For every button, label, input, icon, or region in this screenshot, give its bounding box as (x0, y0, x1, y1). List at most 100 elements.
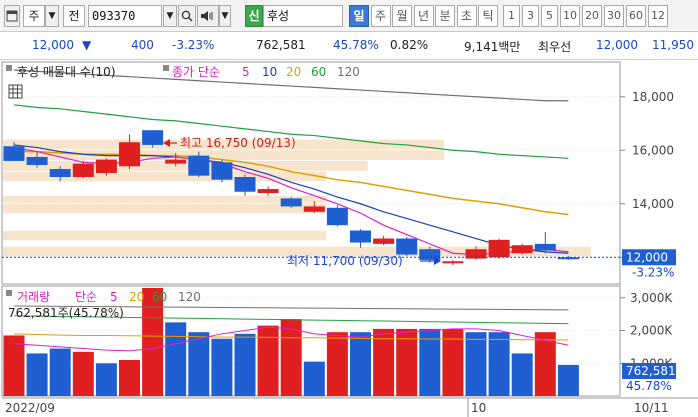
price-tag-pct: -3.23% (632, 265, 674, 279)
volume-bar (488, 332, 510, 396)
candle-body (26, 156, 48, 165)
legend-ma60: 60 (311, 65, 326, 79)
stock-chart[interactable]: 후성 매물대 수(10) 종가 단순 5 10 20 60 120 최고 16,… (0, 60, 698, 417)
volume-bar (26, 353, 48, 396)
volume-bar (72, 351, 94, 396)
low-annotation-label: 최저 11,700 (09/30) (287, 254, 403, 268)
volume-tag-pct: 45.78% (626, 379, 672, 393)
volume-bar (303, 361, 325, 396)
interval-button[interactable]: 10 (560, 5, 580, 27)
chart-area[interactable]: 후성 매물대 수(10) 종가 단순 5 10 20 60 120 최고 16,… (0, 60, 698, 417)
stock-code-value: 093370 (92, 9, 136, 23)
volume-bar (211, 338, 233, 396)
timeframe-button[interactable]: 일 (349, 5, 369, 27)
volume-bar (234, 333, 256, 396)
volume-bar (165, 322, 187, 396)
interval-button[interactable]: 1 (503, 5, 520, 27)
code-dropdown-icon[interactable]: ▼ (163, 5, 177, 27)
volume-bar (326, 332, 348, 396)
candle-body (165, 159, 187, 164)
legend-marker-icon (6, 65, 12, 71)
interval-button[interactable]: 60 (626, 5, 646, 27)
date-label-start: 2022/09 (5, 401, 55, 415)
turnover-ratio: 0.82% (390, 38, 429, 52)
table-icon[interactable] (8, 84, 23, 99)
chart-type-label: 주 (28, 9, 40, 23)
timeframe-button[interactable]: 년 (413, 5, 434, 27)
price-change: 400 (131, 38, 154, 52)
interval-button[interactable]: 20 (582, 5, 602, 27)
high-annotation: 최고 16,750 (09/13) (163, 136, 296, 150)
candle-body (188, 155, 210, 176)
date-label-month: 10 (471, 401, 486, 415)
volume-bar (119, 360, 140, 396)
interval-button[interactable]: 12 (648, 5, 668, 27)
volume-profile-bar (3, 203, 327, 214)
interval-button[interactable]: 30 (604, 5, 624, 27)
stock-name-value: 후성 (267, 9, 290, 23)
current-price: 12,000 (32, 38, 74, 52)
timeframe-button[interactable]: 틱 (478, 5, 498, 27)
chart-type-dropdown-icon[interactable]: ▼ (45, 5, 59, 27)
new-badge-label: 신 (248, 9, 260, 23)
timeframe-button[interactable]: 주 (370, 5, 391, 27)
candle-body (442, 261, 464, 264)
chart-type-select[interactable]: 주 (23, 5, 45, 27)
volume-current-value: 762,581주(45.78%) (8, 306, 124, 320)
search-icon[interactable] (178, 5, 196, 27)
volume-bar (142, 288, 164, 396)
candle-body (257, 189, 279, 194)
legend-ma120: 120 (337, 65, 360, 79)
timeframe-button[interactable]: 분 (435, 5, 455, 27)
ask-price: 11,950 (652, 38, 694, 52)
candle-body (3, 146, 25, 161)
volume-legend-ma5: 5 (110, 290, 118, 304)
price-tick-label: 16,000 (632, 143, 674, 157)
legend-marker-icon (6, 290, 12, 296)
volume-bar (511, 353, 533, 396)
volume-ratio: 45.78% (333, 38, 379, 52)
candle-body (142, 130, 164, 145)
candle-body (350, 230, 371, 243)
sound-icon[interactable] (197, 5, 219, 27)
candle-body (373, 238, 395, 244)
volume-tag-value: 762,581 (626, 364, 676, 378)
priority-label: 최우선 (538, 40, 572, 54)
current-volume-tag: 762,581 45.78% (622, 363, 676, 393)
price-legend-title: 후성 매물대 수(10) (17, 65, 116, 79)
volume-bar (188, 332, 210, 396)
stock-code-input[interactable]: 093370 (88, 5, 162, 27)
chart-window-icon[interactable] (4, 5, 20, 27)
candle-body (396, 238, 418, 255)
period-label: 전 (68, 9, 80, 23)
interval-button[interactable]: 3 (522, 5, 539, 27)
timeframe-button[interactable]: 월 (392, 5, 412, 27)
price-tick-label: 18,000 (632, 90, 674, 104)
high-annotation-label: 최고 16,750 (09/13) (180, 136, 296, 150)
quote-bar: 12,000 ▼ 400 -3.23% 762,581 45.78% 0.82%… (0, 32, 698, 60)
candle-body (511, 245, 533, 254)
timeframe-button[interactable]: 초 (456, 5, 477, 27)
volume-profile-bar (3, 195, 327, 203)
legend-ma5: 5 (242, 65, 250, 79)
legend-ma20: 20 (286, 65, 301, 79)
price-tag-value: 12,000 (626, 250, 668, 264)
candle-body (95, 159, 117, 173)
stock-name-field[interactable]: 후성 (263, 5, 343, 27)
volume-profile-bar (3, 230, 327, 241)
period-select[interactable]: 전 (63, 5, 85, 27)
volume-bar (465, 332, 487, 396)
volume-bar (95, 363, 117, 396)
price-ma-label: 종가 단순 (172, 65, 220, 79)
volume-legend-title: 거래량 (17, 290, 50, 304)
trade-volume: 762,581 (256, 38, 306, 52)
volume-legend-ma60: 60 (152, 290, 167, 304)
candle-body (534, 243, 556, 251)
candle-body (326, 207, 348, 226)
interval-button[interactable]: 5 (541, 5, 558, 27)
volume-bar (350, 332, 371, 396)
volume-bar (49, 348, 71, 396)
sound-dropdown-icon[interactable]: ▼ (219, 5, 231, 27)
candle-body (119, 142, 140, 167)
price-change-pct: -3.23% (172, 38, 215, 52)
